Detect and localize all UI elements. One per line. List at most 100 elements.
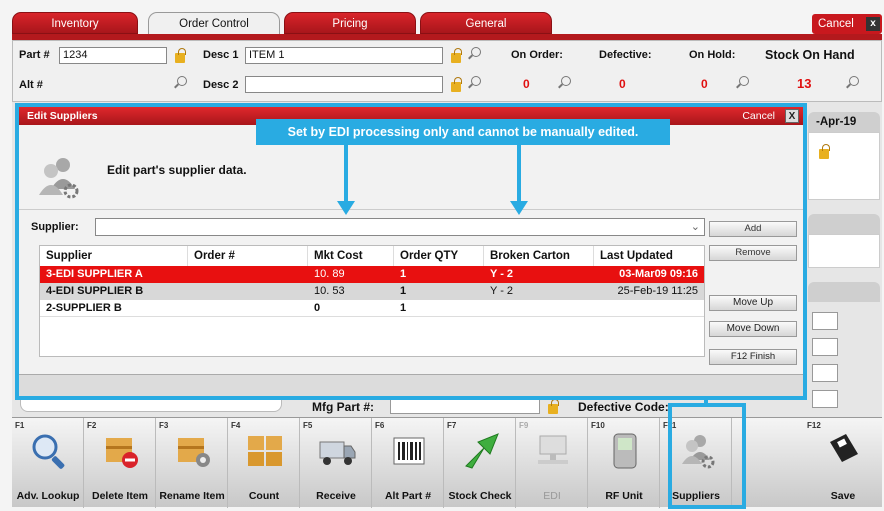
search-icon[interactable]	[467, 47, 481, 61]
function-key-label: F12	[807, 421, 821, 430]
toolbar-label: Rename Item	[159, 490, 225, 502]
cell-mkt-cost: 10. 53	[314, 285, 345, 297]
save-button[interactable]: F12 Save	[804, 418, 882, 508]
part-label: Part #	[19, 49, 50, 61]
cell-order-number	[188, 300, 308, 317]
cell-order-number	[188, 266, 308, 283]
desc2-label: Desc 2	[203, 79, 239, 91]
toolbar-label: RF Unit	[605, 490, 643, 502]
table-row[interactable]: 2-SUPPLIER B 0 1	[40, 300, 704, 317]
panel-header	[808, 282, 880, 302]
table-row[interactable]: 3-EDI SUPPLIER A 10. 89 1 Y - 2 03-Mar09…	[40, 266, 704, 283]
tab-order-control[interactable]: Order Control	[148, 12, 280, 35]
field[interactable]	[812, 390, 838, 408]
edi-button[interactable]: F9 EDI	[516, 418, 588, 508]
edit-suppliers-dialog: Edit Suppliers Cancel X Edit part's supp…	[15, 103, 807, 400]
dialog-body: Edit part's supplier data. Supplier: ⌄ S…	[19, 125, 803, 378]
search-icon[interactable]	[845, 76, 859, 90]
boxes-icon	[248, 436, 282, 466]
cell-broken-carton: Y - 2	[490, 268, 514, 280]
alt-part-button[interactable]: F6 Alt Part #	[372, 418, 444, 508]
on-order-value: 0	[523, 77, 530, 91]
on-order-label: On Order:	[511, 49, 563, 61]
field[interactable]	[812, 338, 838, 356]
toolbar-label: Alt Part #	[384, 490, 432, 502]
search-icon[interactable]	[735, 76, 749, 90]
column-header-last-updated[interactable]: Last Updated	[594, 246, 704, 266]
function-key-label: F6	[375, 421, 385, 430]
column-header-supplier[interactable]: Supplier	[40, 246, 188, 266]
column-header-order-qty[interactable]: Order QTY	[394, 246, 484, 266]
cell-broken-carton	[484, 300, 594, 317]
tab-inventory[interactable]: Inventory	[12, 12, 138, 34]
alt-label: Alt #	[19, 79, 43, 91]
cell-mkt-cost: 10. 89	[314, 268, 345, 280]
suppliers-icon	[682, 435, 715, 469]
date-header: -Apr-19	[808, 112, 880, 132]
add-button[interactable]: Add	[709, 221, 797, 237]
dialog-cancel-button[interactable]: Cancel	[742, 107, 775, 125]
adv-lookup-button[interactable]: F1 Adv. Lookup	[12, 418, 84, 508]
tab-general[interactable]: General	[420, 12, 552, 34]
dialog-close-icon[interactable]: X	[785, 109, 799, 123]
dialog-heading: Edit part's supplier data.	[107, 163, 247, 177]
defective-code-label: Defective Code:	[578, 400, 669, 414]
tooltip-arrowhead	[337, 201, 355, 215]
desc1-label: Desc 1	[203, 49, 239, 61]
move-down-button[interactable]: Move Down	[709, 321, 797, 337]
unlock-icon	[451, 77, 462, 92]
function-key-label: F1	[15, 421, 25, 430]
stock-on-hand-value: 13	[797, 76, 812, 91]
supplier-select[interactable]: ⌄	[95, 218, 705, 236]
suppliers-table: Supplier Order # Mkt Cost Order QTY Brok…	[39, 245, 705, 357]
suppliers-button[interactable]: F11 Suppliers	[660, 418, 732, 508]
lock-icon	[548, 399, 559, 414]
panel-header	[808, 214, 880, 234]
rename-item-button[interactable]: F3 Rename Item	[156, 418, 228, 508]
top-cancel-button[interactable]: Cancel x	[812, 14, 882, 34]
network-icon	[538, 435, 568, 464]
function-key-toolbar: F1 Adv. Lookup F2 Delete Item F3 Rename …	[12, 417, 882, 508]
receive-button[interactable]: F5 Receive	[300, 418, 372, 508]
delete-item-button[interactable]: F2 Delete Item	[84, 418, 156, 508]
field[interactable]	[812, 364, 838, 382]
desc2-field[interactable]	[245, 76, 443, 93]
close-icon[interactable]: x	[866, 17, 880, 31]
column-header-order-number[interactable]: Order #	[188, 246, 308, 266]
part-header: Part # 1234 Desc 1 ITEM 1 Alt # Desc 2 O…	[12, 40, 882, 102]
function-key-label: F11	[663, 421, 677, 430]
tab-pricing[interactable]: Pricing	[284, 12, 416, 34]
arrow-icon	[465, 433, 499, 469]
part-number-field[interactable]: 1234	[59, 47, 167, 64]
toolbar-label: Receive	[316, 490, 356, 502]
column-header-mkt-cost[interactable]: Mkt Cost	[308, 246, 394, 266]
supplier-label: Supplier:	[31, 221, 79, 233]
search-icon[interactable]	[467, 76, 481, 90]
stock-on-hand-label: Stock On Hand	[765, 48, 855, 62]
column-header-broken-carton[interactable]: Broken Carton	[484, 246, 594, 266]
cell-last-updated: 25-Feb-19 11:25	[617, 285, 698, 297]
chevron-down-icon: ⌄	[690, 221, 700, 233]
field[interactable]	[812, 312, 838, 330]
people-icon	[39, 158, 79, 199]
function-key-label: F9	[519, 421, 529, 430]
rename-item-icon	[178, 438, 210, 467]
count-button[interactable]: F4 Count	[228, 418, 300, 508]
move-up-button[interactable]: Move Up	[709, 295, 797, 311]
search-icon[interactable]	[173, 76, 187, 90]
cell-broken-carton: Y - 2	[490, 285, 514, 297]
search-icon[interactable]	[557, 76, 571, 90]
function-key-label: F5	[303, 421, 313, 430]
barcode-icon	[393, 437, 425, 465]
remove-button[interactable]: Remove	[709, 245, 797, 261]
f12-finish-button[interactable]: F12 Finish	[709, 349, 797, 365]
table-row[interactable]: 4-EDI SUPPLIER B 10. 53 1 Y - 2 25-Feb-1…	[40, 283, 704, 300]
desc1-field[interactable]: ITEM 1	[245, 47, 443, 64]
cell-order-qty: 1	[400, 285, 407, 297]
stock-check-button[interactable]: F7 Stock Check	[444, 418, 516, 508]
floppy-disk-icon	[830, 434, 858, 462]
toolbar-label: Suppliers	[672, 490, 720, 502]
rf-unit-button[interactable]: F10 RF Unit	[588, 418, 660, 508]
function-key-label: F2	[87, 421, 97, 430]
on-hold-label: On Hold:	[689, 49, 736, 61]
